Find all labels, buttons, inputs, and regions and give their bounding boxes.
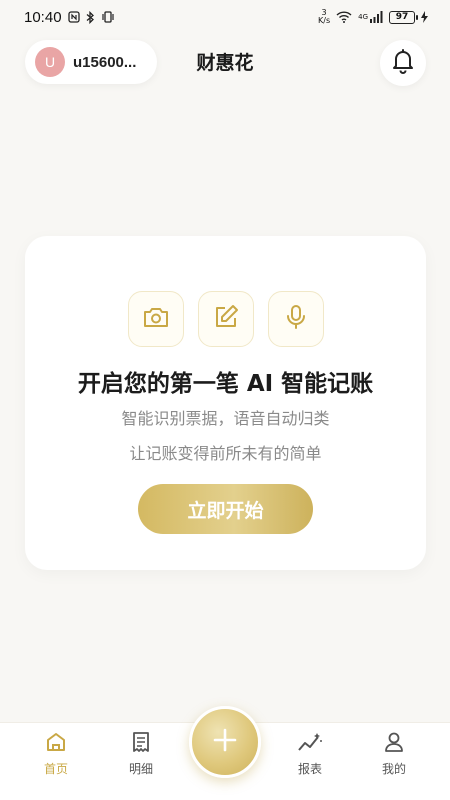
- card-title: 开启您的第一笔 AI 智能记账: [77, 371, 374, 397]
- edit-icon: [213, 304, 239, 334]
- start-button[interactable]: 立即开始: [138, 484, 313, 534]
- nav-mine[interactable]: 我的: [359, 731, 429, 791]
- voice-feature[interactable]: [267, 291, 324, 347]
- nav-home-label: 首页: [43, 762, 68, 776]
- notification-button[interactable]: [380, 40, 426, 86]
- battery-indicator: 97: [389, 10, 418, 24]
- plus-icon: [212, 727, 238, 757]
- user-icon: [383, 731, 405, 757]
- status-bar: 10:40 3 K/s 4G 97: [0, 0, 450, 34]
- onboarding-card: 开启您的第一笔 AI 智能记账 智能识别票据，语音自动归类 让记账变得前所未有的…: [25, 236, 426, 570]
- home-icon: [45, 731, 67, 757]
- nav-report[interactable]: 报表: [275, 731, 345, 791]
- add-record-button[interactable]: [189, 706, 261, 778]
- nav-detail[interactable]: 明细: [106, 731, 176, 791]
- camera-feature[interactable]: [127, 291, 184, 347]
- nav-detail-label: 明细: [128, 762, 153, 776]
- network-type: 4G: [358, 13, 368, 21]
- edit-feature[interactable]: [197, 291, 254, 347]
- signal-icon: 4G: [358, 11, 383, 23]
- status-right: 3 K/s 4G 97: [318, 9, 428, 25]
- camera-icon: [143, 306, 169, 332]
- avatar: U: [35, 47, 65, 77]
- user-profile-pill[interactable]: U u15600...: [25, 40, 157, 84]
- status-left: 10:40: [24, 9, 115, 26]
- charging-icon: [421, 11, 428, 23]
- nav-home[interactable]: 首页: [21, 731, 91, 791]
- bluetooth-icon: [86, 10, 95, 24]
- network-speed-unit: K/s: [318, 16, 331, 25]
- chart-icon: [297, 731, 323, 757]
- nav-mine-label: 我的: [381, 762, 406, 776]
- microphone-icon: [285, 304, 307, 334]
- wifi-icon: [336, 11, 352, 23]
- card-subtitle-1: 智能识别票据，语音自动归类: [121, 409, 330, 428]
- status-time: 10:40: [24, 8, 62, 26]
- network-speed: 3 K/s: [318, 9, 330, 25]
- nav-report-label: 报表: [297, 762, 322, 776]
- bell-icon: [391, 48, 415, 78]
- username: u15600...: [73, 53, 137, 71]
- feature-icons: [25, 291, 426, 347]
- vibrate-icon: [101, 11, 115, 23]
- card-subtitle-2: 让记账变得前所未有的简单: [129, 444, 322, 463]
- receipt-icon: [130, 731, 152, 757]
- nfc-icon: [67, 11, 80, 23]
